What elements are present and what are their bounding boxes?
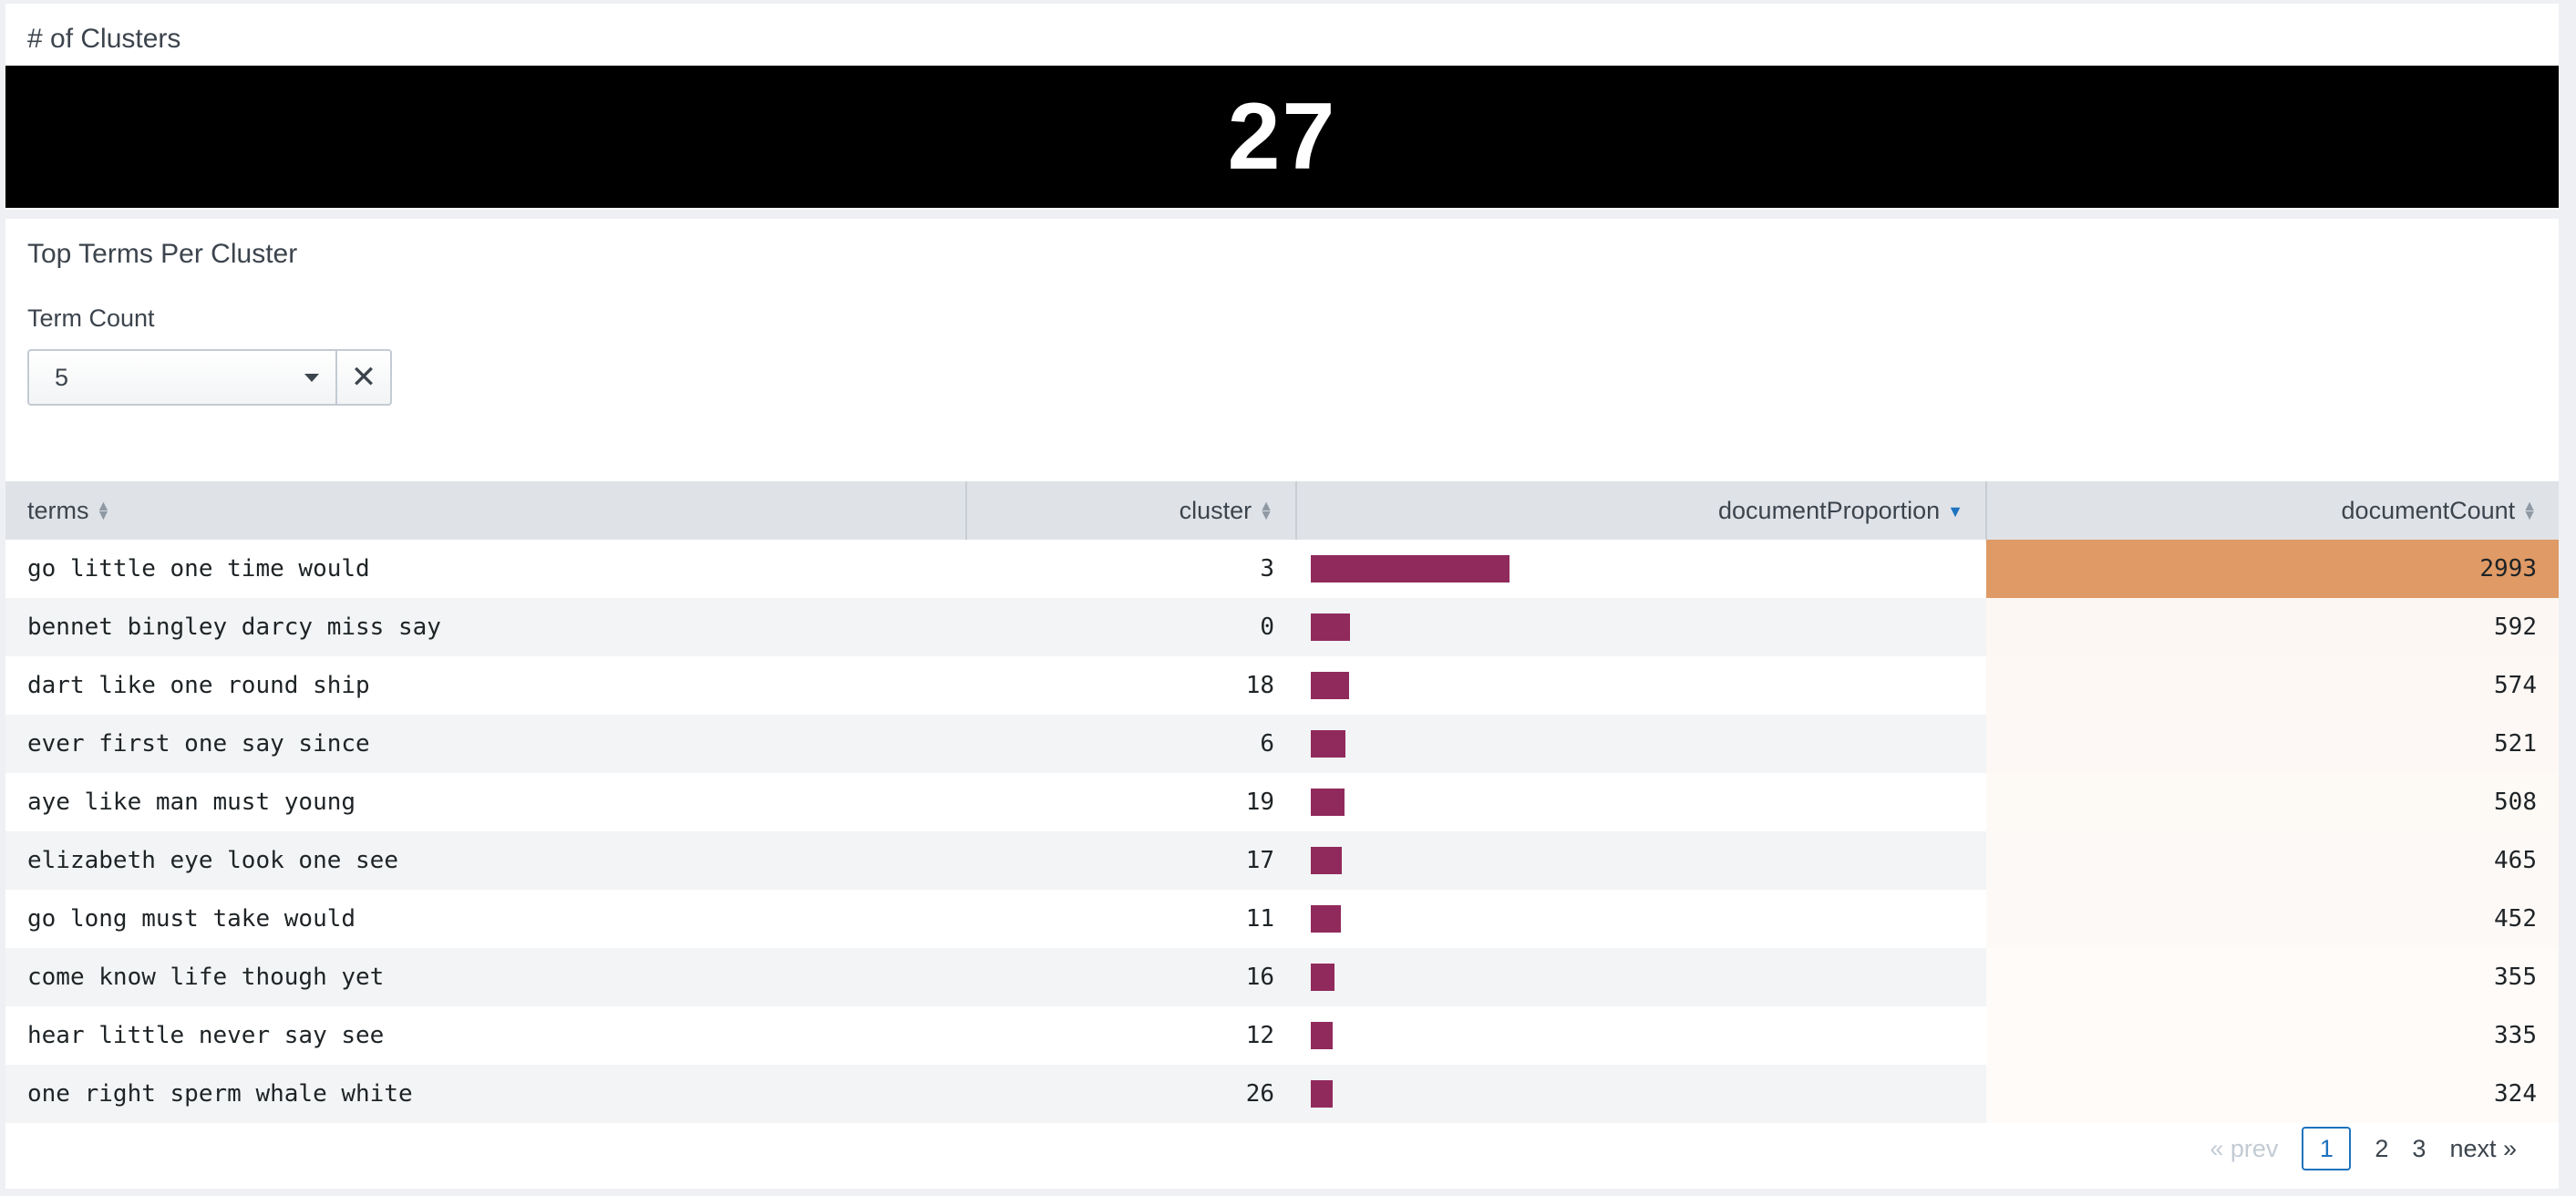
cell-cluster: 26 bbox=[966, 1065, 1296, 1123]
cell-document-proportion bbox=[1296, 540, 1986, 598]
proportion-bar bbox=[1311, 1080, 1333, 1108]
cell-terms: dart like one round ship bbox=[5, 656, 966, 715]
proportion-bar bbox=[1311, 672, 1349, 699]
table-row: bennet bingley darcy miss say 0 592 bbox=[5, 598, 2559, 656]
term-count-label: Term Count bbox=[27, 304, 155, 332]
cell-document-count: 521 bbox=[1986, 715, 2559, 773]
cell-document-proportion bbox=[1296, 656, 1986, 715]
table-row: come know life though yet 16 355 bbox=[5, 948, 2559, 1006]
page-1-link[interactable]: 1 bbox=[2302, 1127, 2352, 1170]
cell-document-proportion bbox=[1296, 831, 1986, 890]
cell-cluster: 18 bbox=[966, 656, 1296, 715]
column-header-cluster[interactable]: cluster ▲ ▼ bbox=[966, 481, 1297, 540]
table-row: aye like man must young 19 508 bbox=[5, 773, 2559, 831]
cell-document-count: 2993 bbox=[1986, 540, 2559, 598]
proportion-bar bbox=[1311, 964, 1334, 991]
terms-table: terms ▲ ▼ cluster ▲ ▼ documentProportion ▼ do… bbox=[5, 481, 2559, 1123]
cell-terms: elizabeth eye look one see bbox=[5, 831, 966, 890]
table-row: hear little never say see 12 335 bbox=[5, 1006, 2559, 1065]
column-header-label: terms bbox=[27, 496, 89, 524]
column-header-label: documentCount bbox=[2341, 496, 2516, 524]
cell-cluster: 11 bbox=[966, 890, 1296, 948]
term-count-dropdown[interactable]: 5 bbox=[27, 349, 337, 406]
cell-terms: come know life though yet bbox=[5, 948, 966, 1006]
cell-document-count: 452 bbox=[1986, 890, 2559, 948]
cell-document-count: 335 bbox=[1986, 1006, 2559, 1065]
clusters-panel-title: # of Clusters bbox=[27, 24, 181, 54]
cell-document-proportion bbox=[1296, 1065, 1986, 1123]
cell-cluster: 6 bbox=[966, 715, 1296, 773]
cell-terms: ever first one say since bbox=[5, 715, 966, 773]
proportion-bar bbox=[1311, 847, 1342, 874]
next-page-link[interactable]: next » bbox=[2449, 1135, 2517, 1163]
column-header-document-count[interactable]: documentCount ▲ ▼ bbox=[1986, 481, 2559, 540]
terms-panel-title: Top Terms Per Cluster bbox=[27, 239, 298, 269]
caret-down-icon bbox=[304, 373, 319, 382]
table-row: go little one time would 3 2993 bbox=[5, 540, 2559, 598]
cell-document-count: 592 bbox=[1986, 598, 2559, 656]
table-row: elizabeth eye look one see 17 465 bbox=[5, 831, 2559, 890]
pagination: « prev 1 2 3 next » bbox=[2186, 1127, 2517, 1170]
sort-icon: ▲ ▼ bbox=[1259, 499, 1273, 524]
cell-document-count: 465 bbox=[1986, 831, 2559, 890]
cell-cluster: 19 bbox=[966, 773, 1296, 831]
cell-document-proportion bbox=[1296, 715, 1986, 773]
cell-document-proportion bbox=[1296, 598, 1986, 656]
cell-terms: aye like man must young bbox=[5, 773, 966, 831]
column-header-label: documentProportion bbox=[1718, 496, 1941, 524]
table-body: go little one time would 3 2993 bennet bing… bbox=[5, 540, 2559, 1123]
close-icon: ✕ bbox=[350, 360, 377, 395]
cell-terms: hear little never say see bbox=[5, 1006, 966, 1065]
cell-terms: go little one time would bbox=[5, 540, 966, 598]
page-3-link[interactable]: 3 bbox=[2412, 1135, 2426, 1163]
proportion-bar bbox=[1311, 789, 1345, 816]
proportion-bar bbox=[1311, 730, 1345, 758]
column-header-document-proportion[interactable]: documentProportion ▼ bbox=[1296, 481, 1987, 540]
column-header-label: cluster bbox=[1179, 496, 1252, 524]
cell-cluster: 3 bbox=[966, 540, 1296, 598]
cell-cluster: 17 bbox=[966, 831, 1296, 890]
proportion-bar bbox=[1311, 1022, 1333, 1049]
sort-icon: ▲ ▼ bbox=[96, 499, 111, 524]
cell-terms: go long must take would bbox=[5, 890, 966, 948]
cell-cluster: 12 bbox=[966, 1006, 1296, 1065]
cell-document-proportion bbox=[1296, 948, 1986, 1006]
cluster-count-value: 27 bbox=[5, 66, 2559, 208]
table-row: one right sperm whale white 26 324 bbox=[5, 1065, 2559, 1123]
prev-page-link: « prev bbox=[2210, 1134, 2279, 1162]
proportion-bar bbox=[1311, 555, 1510, 583]
term-count-value: 5 bbox=[55, 363, 69, 391]
cell-document-count: 508 bbox=[1986, 773, 2559, 831]
sort-icon: ▲ ▼ bbox=[2522, 499, 2537, 524]
cell-document-count: 355 bbox=[1986, 948, 2559, 1006]
table-row: go long must take would 11 452 bbox=[5, 890, 2559, 948]
table-row: dart like one round ship 18 574 bbox=[5, 656, 2559, 715]
clusters-panel: # of Clusters 27 bbox=[5, 4, 2559, 210]
proportion-bar bbox=[1311, 613, 1350, 641]
table-row: ever first one say since 6 521 bbox=[5, 715, 2559, 773]
cell-cluster: 0 bbox=[966, 598, 1296, 656]
cell-document-proportion bbox=[1296, 890, 1986, 948]
table-header-row: terms ▲ ▼ cluster ▲ ▼ documentProportion ▼ do… bbox=[5, 481, 2559, 540]
cell-cluster: 16 bbox=[966, 948, 1296, 1006]
page-2-link[interactable]: 2 bbox=[2375, 1135, 2388, 1163]
cell-terms: bennet bingley darcy miss say bbox=[5, 598, 966, 656]
cell-document-count: 574 bbox=[1986, 656, 2559, 715]
column-header-terms[interactable]: terms ▲ ▼ bbox=[5, 481, 967, 540]
clear-selection-button[interactable]: ✕ bbox=[335, 349, 392, 406]
cell-document-proportion bbox=[1296, 1006, 1986, 1065]
cell-document-count: 324 bbox=[1986, 1065, 2559, 1123]
cell-terms: one right sperm whale white bbox=[5, 1065, 966, 1123]
sort-descending-icon: ▼ bbox=[1947, 502, 1963, 521]
terms-panel: Top Terms Per Cluster Term Count 5 ✕ ter… bbox=[5, 219, 2559, 1189]
proportion-bar bbox=[1311, 905, 1341, 933]
cell-document-proportion bbox=[1296, 773, 1986, 831]
